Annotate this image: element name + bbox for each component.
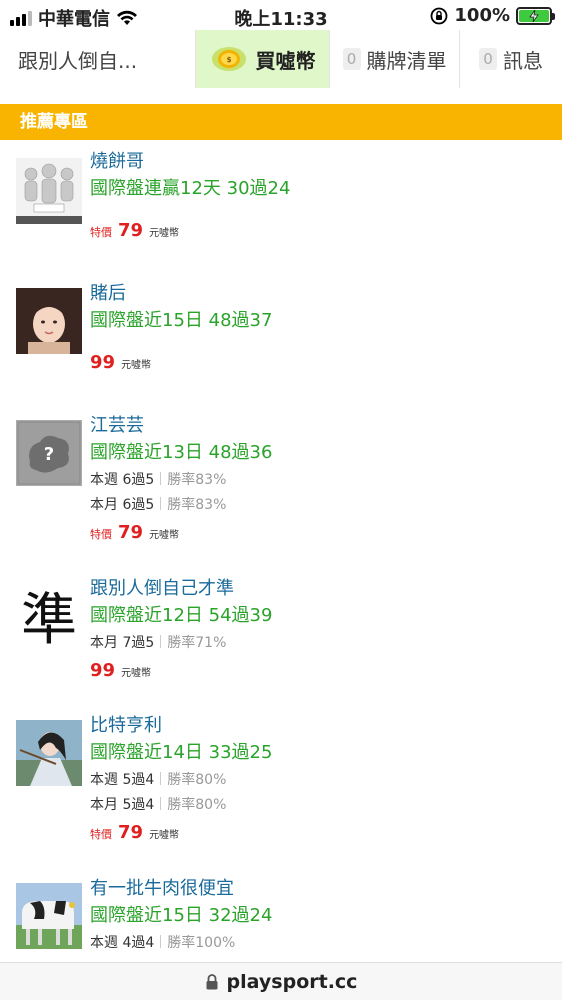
price-line[interactable]: 99 元噓幣 [90,656,552,689]
avatar [16,288,82,354]
message-count-badge: 0 [479,48,497,70]
record-text: 國際盤近14日 33過25 [90,742,273,763]
tipster-name[interactable]: 江芸芸 [90,414,552,438]
price-unit: 元噓幣 [149,530,180,541]
weekly-stat: 本週 6過5 勝率83% [90,468,552,493]
price-unit: 元噓幣 [149,228,180,239]
price-value: 79 [118,822,144,843]
record-text: 國際盤近15日 32過24 [90,905,273,926]
win-rate: 勝率80% [167,797,227,813]
lock-icon [206,973,218,989]
price-line[interactable]: 特價 79 元噓幣 [90,216,552,249]
weekly-stat: 本週 4過4 勝率100% [90,931,552,956]
weekly-stat: 本週 5過4 勝率80% [90,768,552,793]
avatar-character: 準 [21,588,77,649]
tipster-name[interactable]: 有一批牛肉很便宜 [90,877,552,901]
price-value: 99 [90,660,116,681]
tab-purchase-list[interactable]: 0 購牌清單 [330,30,460,88]
price-tag: 特價 [90,528,112,541]
avatar: 準 [16,583,82,649]
stat-label: 本月 5過4 [90,797,155,813]
price-line[interactable]: 99 元噓幣 [90,348,552,381]
tab-messages[interactable]: 0 訊息 [460,30,562,88]
svg-text:$: $ [226,56,231,64]
tab-label: 跟別人倒自... [18,48,138,73]
win-rate: 勝率83% [167,472,227,488]
price-unit: 元噓幣 [121,668,152,679]
win-rate: 勝率83% [167,497,227,513]
tab-label: 買噓幣 [255,48,316,73]
win-rate: 勝率71% [167,635,227,651]
stat-label: 本月 7過5 [90,635,155,651]
status-bar: 中華電信 晚上11:33 100% [0,0,562,32]
monthly-stat: 本月 6過5 勝率83% [90,493,552,518]
price-unit: 元噓幣 [149,830,180,841]
avatar [16,158,82,224]
stat-label: 本月 6過5 [90,497,155,513]
tab-user[interactable]: 跟別人倒自... [0,30,196,88]
tab-label: 購牌清單 [366,48,447,73]
record-text: 國際盤連贏12天 30過24 [90,178,291,199]
avatar: ? [16,420,82,486]
price-tag: 特價 [90,226,112,239]
stat-label: 本週 5過4 [90,772,155,788]
record-text: 國際盤近15日 48過37 [90,310,273,331]
tab-buy-coins[interactable]: $ 買噓幣 [196,30,330,88]
tipster-name[interactable]: 賭后 [90,282,552,306]
battery-percent: 100% [454,5,510,26]
coin-icon: $ [211,47,246,71]
price-value: 99 [90,352,116,373]
avatar [16,720,82,786]
price-line[interactable]: 特價 79 元噓幣 [90,518,552,551]
price-value: 79 [118,220,144,241]
avatar [16,883,82,949]
stat-label: 本週 4過4 [90,935,155,951]
rotation-lock-icon [430,7,448,24]
tipster-name[interactable]: 跟別人倒自己才準 [90,577,552,601]
url-text: playsport.cc [226,970,358,993]
tipster-name[interactable]: 燒餅哥 [90,150,552,174]
price-value: 79 [118,522,144,543]
section-header: 推薦專區 [0,104,562,140]
price-line[interactable]: 特價 79 元噓幣 [90,818,552,851]
price-unit: 元噓幣 [121,360,152,371]
win-rate: 勝率100% [167,935,236,951]
record-text: 國際盤近13日 48過36 [90,442,273,463]
svg-text:?: ? [44,444,54,465]
battery-charging-icon [516,6,555,25]
url-bar[interactable]: playsport.cc [0,962,562,1000]
tab-label: 訊息 [503,48,543,73]
monthly-stat: 本月 5過4 勝率80% [90,793,552,818]
purchase-count-badge: 0 [342,48,361,70]
tipster-name[interactable]: 比特亨利 [90,714,552,738]
record-text: 國際盤近12日 54過39 [90,605,273,626]
monthly-stat: 本月 7過5 勝率71% [90,631,552,656]
stat-label: 本週 6過5 [90,472,155,488]
win-rate: 勝率80% [167,772,227,788]
price-tag: 特價 [90,828,112,841]
top-tabs: 跟別人倒自... $ 買噓幣 0 購牌清單 0 訊息 [0,30,562,88]
